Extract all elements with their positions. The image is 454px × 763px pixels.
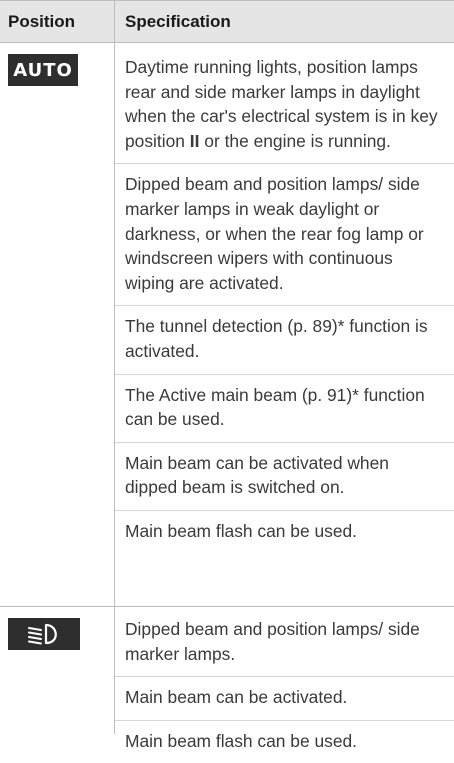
spec-paragraph: Main beam flash can be used.	[115, 719, 454, 763]
table-header: Position Specification	[0, 0, 454, 43]
dipped-beam-icon	[8, 618, 80, 650]
lighting-positions-table: Position Specification AUTO Daytime runn…	[0, 0, 454, 751]
spec-paragraph: Main beam flash can be used.	[115, 509, 454, 554]
spec-text: or the engine is running.	[199, 130, 391, 151]
spec-paragraph: The tunnel detection (p. 89)* function i…	[115, 305, 454, 373]
spec-paragraph: Main beam can be activated.	[115, 676, 454, 720]
spec-paragraph: The Active main beam (p. 91)* function c…	[115, 373, 454, 442]
header-specification: Specification	[114, 1, 454, 42]
table-row-dipped-beam: Dipped beam and position lamps/ side mar…	[0, 606, 454, 751]
specification-cell: Daytime running lights, position lamps r…	[114, 43, 454, 606]
spec-paragraph: Dipped beam and position lamps/ side mar…	[125, 619, 420, 664]
header-position: Position	[8, 11, 76, 31]
key-position-numeral: II	[189, 130, 200, 151]
spec-paragraph: Daytime running lights, position lamps r…	[115, 47, 454, 163]
spec-paragraph: Dipped beam and position lamps/ side mar…	[115, 163, 454, 305]
spec-paragraph: Main beam can be activated when dipped b…	[115, 441, 454, 510]
position-cell	[0, 607, 114, 734]
dipped-beam-icon-graphic	[28, 623, 57, 645]
table-row-auto: AUTO Daytime running lights, position la…	[0, 43, 454, 606]
specification-cell: Dipped beam and position lamps/ side mar…	[114, 607, 454, 751]
auto-symbol: AUTO	[8, 54, 78, 86]
position-cell: AUTO	[0, 43, 114, 606]
